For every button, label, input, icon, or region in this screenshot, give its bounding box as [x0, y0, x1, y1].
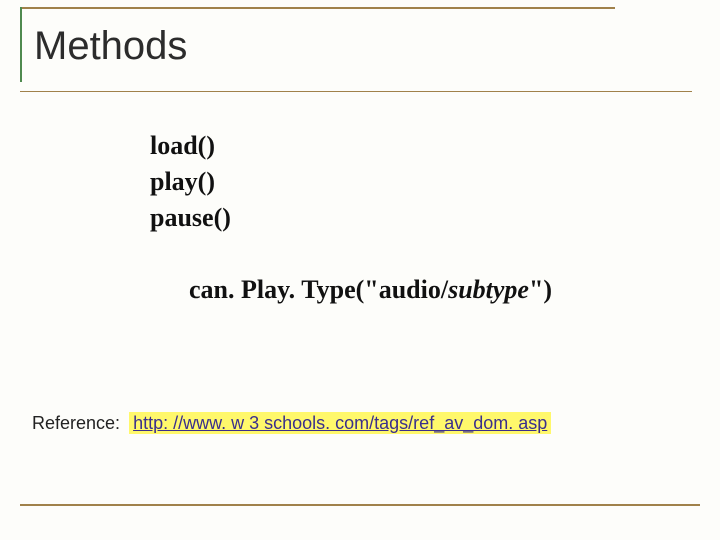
title-bottom-rule: [20, 91, 692, 92]
methods-list: load() play() pause() can. Play. Type("a…: [150, 128, 700, 343]
title-block: Methods: [28, 12, 700, 92]
footer-rule: [20, 504, 700, 506]
method-item: can. Play. Type("audio/subtype"): [150, 236, 700, 344]
method-item: load(): [150, 128, 700, 164]
page-title: Methods: [28, 12, 700, 91]
method-text-italic: subtype: [448, 275, 529, 304]
title-top-rule: [20, 7, 615, 9]
method-item: play(): [150, 164, 700, 200]
reference-line: Reference: http: //www. w 3 schools. com…: [32, 413, 700, 434]
method-item: pause(): [150, 200, 700, 236]
reference-link[interactable]: http: //www. w 3 schools. com/tags/ref_a…: [129, 412, 551, 434]
title-left-rule: [20, 7, 22, 82]
method-text-suffix: "): [529, 275, 552, 304]
reference-label: Reference:: [32, 413, 124, 433]
slide: Methods load() play() pause() can. Play.…: [0, 0, 720, 540]
method-text-prefix: can. Play. Type("audio/: [189, 275, 448, 304]
